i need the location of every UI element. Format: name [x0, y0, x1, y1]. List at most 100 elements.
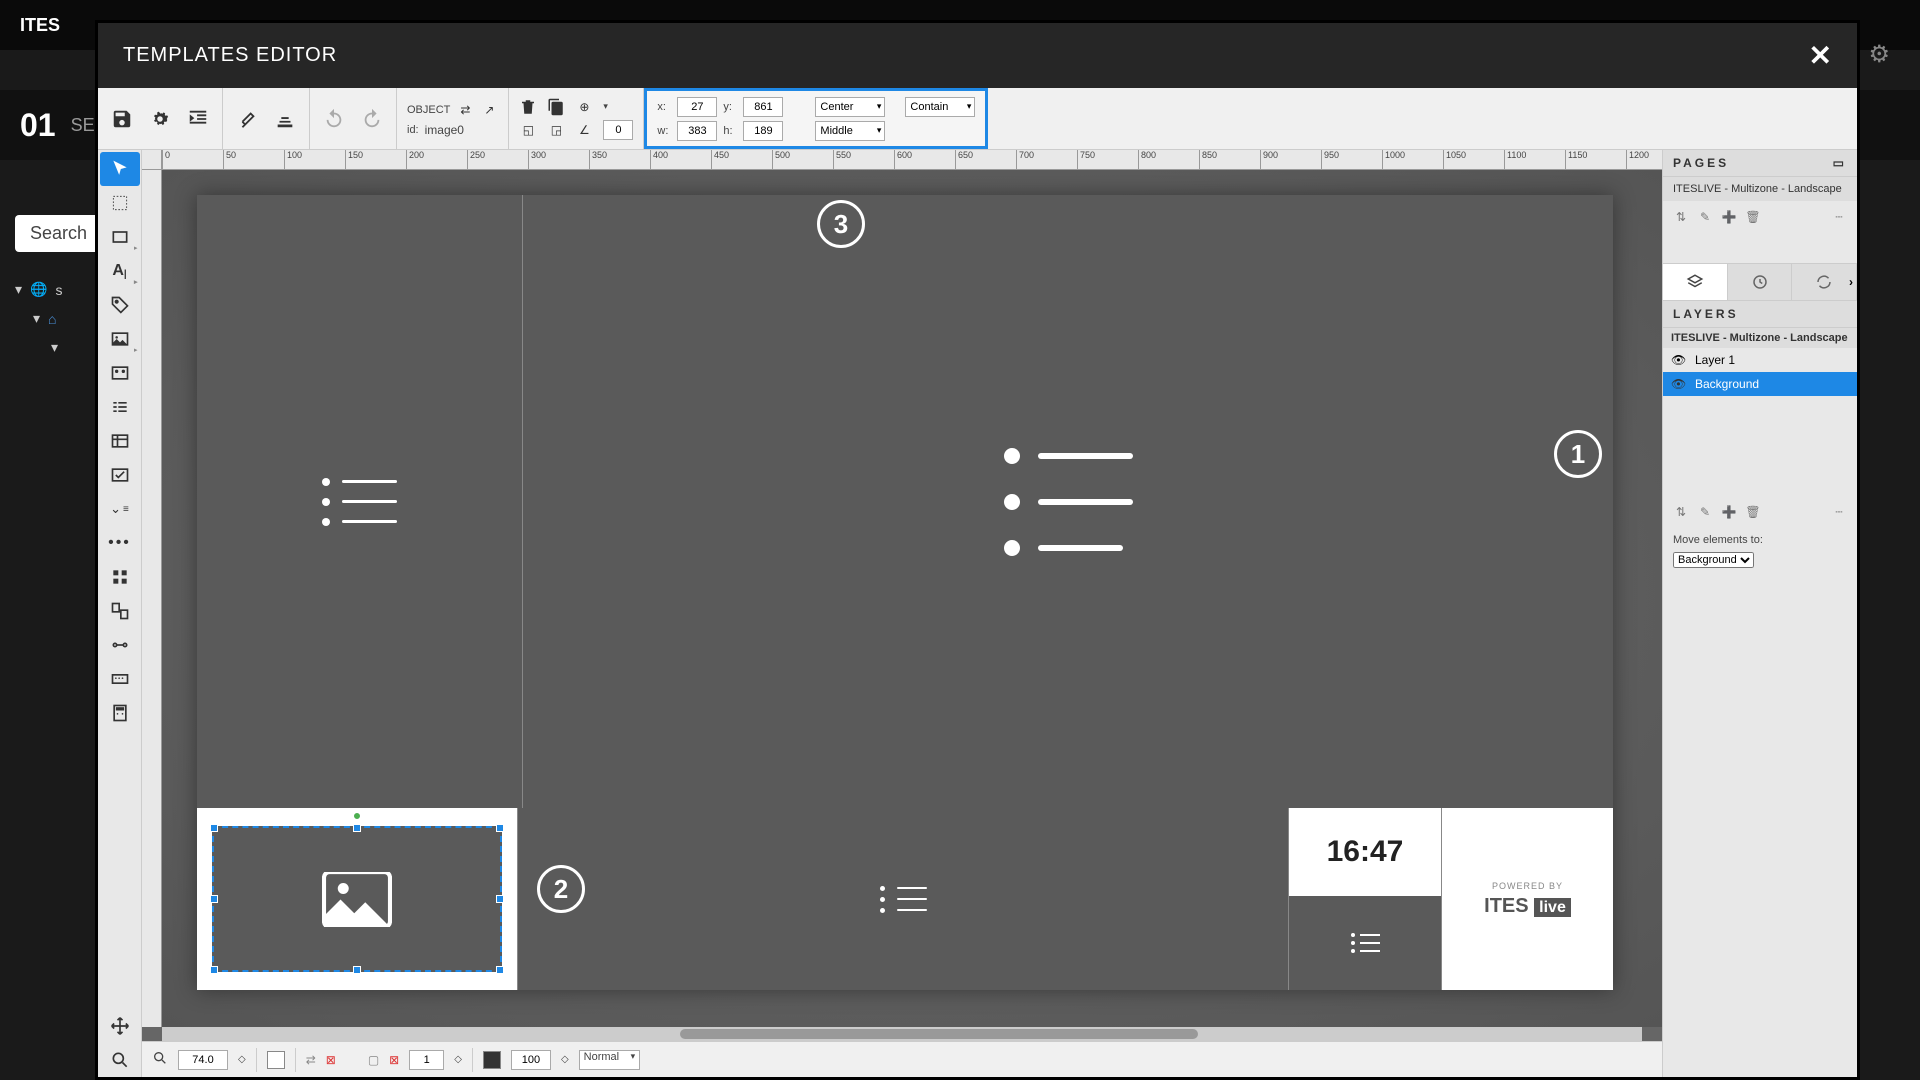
table-tool-icon[interactable]	[100, 424, 140, 458]
resize-handle[interactable]	[496, 966, 504, 974]
brush-icon[interactable]	[233, 105, 261, 133]
panel-expand-icon[interactable]: ▭	[1833, 156, 1847, 170]
sync-tab-icon[interactable]	[1792, 264, 1857, 300]
resize-handle[interactable]	[353, 824, 361, 832]
stepper-icon[interactable]: ◇	[454, 1054, 462, 1065]
bring-front-icon[interactable]: ◱	[519, 121, 537, 139]
zone-image[interactable]	[197, 808, 517, 990]
move-tool-icon[interactable]	[100, 1009, 140, 1043]
flip-h-icon[interactable]: ⇄	[306, 1053, 316, 1067]
reorder-icon[interactable]: ⇅	[1673, 504, 1689, 520]
x-input[interactable]	[677, 97, 717, 117]
connector-tool-icon[interactable]	[100, 628, 140, 662]
edit-icon[interactable]: ✎	[1697, 209, 1713, 225]
trash-icon[interactable]: 🗑	[1745, 504, 1761, 520]
rectangle-tool-icon[interactable]: ▸	[100, 220, 140, 254]
history-tab-icon[interactable]	[1728, 264, 1793, 300]
visibility-icon[interactable]: 👁	[1671, 377, 1687, 391]
resize-handle[interactable]	[210, 824, 218, 832]
zoom-tool-icon[interactable]	[100, 1043, 140, 1077]
align-center-icon[interactable]: ⊕	[575, 98, 593, 116]
color-swatch[interactable]	[483, 1051, 501, 1069]
blend-mode-select[interactable]: Normal	[579, 1050, 640, 1070]
more-tool-icon[interactable]: •••	[100, 526, 140, 560]
tag-tool-icon[interactable]	[100, 288, 140, 322]
visibility-icon[interactable]: 👁	[1671, 353, 1687, 367]
selected-image-element[interactable]	[212, 826, 502, 972]
list-tool-icon[interactable]	[100, 390, 140, 424]
chevron-down-icon[interactable]: ▾	[51, 339, 58, 356]
media-tool-icon[interactable]	[100, 356, 140, 390]
horizontal-scrollbar[interactable]	[162, 1027, 1642, 1041]
y-input[interactable]	[743, 97, 783, 117]
rotate-icon[interactable]: ∠	[575, 121, 593, 139]
calculator-tool-icon[interactable]	[100, 696, 140, 730]
fill-swatch[interactable]	[267, 1051, 285, 1069]
keyboard-tool-icon[interactable]	[100, 662, 140, 696]
save-icon[interactable]	[108, 105, 136, 133]
page-item[interactable]: ITESLIVE - Multizone - Landscape	[1663, 177, 1857, 201]
zoom-input[interactable]	[178, 1050, 228, 1070]
sliders-icon[interactable]: ┄	[1831, 209, 1847, 225]
layer-row[interactable]: 👁 Layer 1	[1663, 348, 1857, 372]
rotation-input[interactable]	[603, 120, 633, 140]
gear-icon[interactable]	[146, 105, 174, 133]
dropdown-tool-icon[interactable]: ⌄≡	[100, 492, 140, 526]
stroke-width-input[interactable]	[409, 1050, 444, 1070]
fit-select[interactable]: Contain	[905, 97, 975, 117]
add-icon[interactable]: ➕	[1721, 209, 1737, 225]
close-icon[interactable]: ✕	[1809, 39, 1832, 72]
copy-icon[interactable]	[547, 98, 565, 116]
layers-tab-icon[interactable]	[1663, 264, 1728, 300]
component-tool-icon[interactable]	[100, 594, 140, 628]
home-icon[interactable]: ⌂	[48, 311, 56, 327]
zone-main[interactable]	[523, 195, 1613, 808]
redo-icon[interactable]	[358, 105, 386, 133]
marquee-tool-icon[interactable]	[100, 186, 140, 220]
layer-row[interactable]: 👁 Background	[1663, 372, 1857, 396]
globe-icon[interactable]: 🌐	[30, 281, 47, 298]
canvas[interactable]: 16:47 POWERED BY	[162, 170, 1662, 1027]
zone-clock[interactable]: 16:47	[1288, 808, 1441, 990]
checkbox-tool-icon[interactable]	[100, 458, 140, 492]
text-tool-icon[interactable]: A|▸	[100, 254, 140, 288]
zone-logo[interactable]: POWERED BY ITES live	[1441, 808, 1613, 990]
stepper-icon[interactable]: ◇	[238, 1054, 246, 1065]
w-input[interactable]	[677, 121, 717, 141]
reorder-icon[interactable]: ⇅	[1673, 209, 1689, 225]
sliders-icon[interactable]: ┄	[1831, 504, 1847, 520]
export-icon[interactable]: ↗	[480, 101, 498, 119]
indent-icon[interactable]	[184, 105, 212, 133]
h-input[interactable]	[743, 121, 783, 141]
stroke-icon[interactable]: ▢	[368, 1053, 379, 1067]
no-fill-icon[interactable]: ⊠	[326, 1053, 336, 1067]
pointer-tool-icon[interactable]	[100, 152, 140, 186]
resize-handle[interactable]	[496, 824, 504, 832]
trash-icon[interactable]	[519, 98, 537, 116]
stepper-icon[interactable]: ◇	[561, 1054, 569, 1065]
search-input[interactable]: Search	[15, 215, 102, 252]
resize-handle[interactable]	[353, 966, 361, 974]
no-stroke-icon[interactable]: ⊠	[389, 1053, 399, 1067]
align-v-select[interactable]: Middle	[815, 121, 885, 141]
zone-ticker[interactable]	[517, 808, 1288, 990]
database-icon[interactable]	[271, 105, 299, 133]
opacity-input[interactable]	[511, 1050, 551, 1070]
edit-icon[interactable]: ✎	[1697, 504, 1713, 520]
zone-sidebar[interactable]	[197, 195, 523, 808]
trash-icon[interactable]: 🗑	[1745, 209, 1761, 225]
dropdown-icon[interactable]: ▾	[603, 101, 608, 112]
resize-handle[interactable]	[210, 966, 218, 974]
chevron-right-icon[interactable]: ›	[1849, 275, 1853, 289]
move-elements-select[interactable]: Background	[1673, 552, 1754, 568]
chevron-down-icon[interactable]: ▾	[15, 281, 22, 298]
grid-tool-icon[interactable]	[100, 560, 140, 594]
chevron-down-icon[interactable]: ▾	[33, 310, 40, 327]
undo-icon[interactable]	[320, 105, 348, 133]
resize-handle[interactable]	[210, 895, 218, 903]
add-icon[interactable]: ➕	[1721, 504, 1737, 520]
zoom-icon[interactable]	[152, 1050, 168, 1069]
align-h-select[interactable]: Center	[815, 97, 885, 117]
resize-handle[interactable]	[496, 895, 504, 903]
rotation-handle[interactable]	[353, 812, 361, 820]
